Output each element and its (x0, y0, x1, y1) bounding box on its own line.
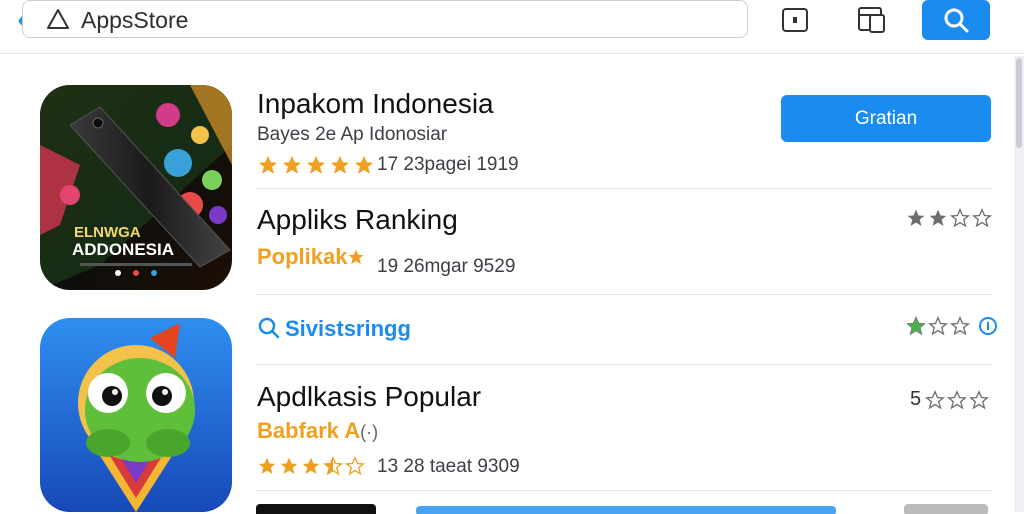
star-icon (302, 457, 320, 474)
star-icon (929, 209, 947, 226)
star-icon (323, 456, 343, 476)
popular-rating-stars (257, 456, 365, 476)
section-title-popular[interactable]: Apdlkasis Popular (257, 381, 481, 413)
square-dot-button[interactable] (780, 4, 810, 34)
app-icon-popular[interactable] (40, 318, 232, 512)
star-icon (950, 208, 970, 228)
star-icon (354, 155, 374, 174)
search-input[interactable]: AppsStore (22, 0, 748, 38)
info-icon[interactable] (978, 316, 998, 336)
section-tag-ranking: Poplikak (257, 244, 365, 270)
star-icon (330, 155, 350, 174)
icon-text-line1: ELNWGA (74, 224, 141, 241)
star-icon (950, 316, 970, 336)
rating-lead: 5 (910, 388, 922, 410)
star-icon (906, 316, 926, 336)
search-query: AppsStore (81, 7, 189, 33)
app-icon-inpakom[interactable]: ELNWGA ADDONESIA (40, 85, 232, 290)
star-icon (969, 389, 990, 409)
square-dot-icon (782, 8, 808, 32)
divider (256, 294, 992, 295)
search-button[interactable] (922, 0, 990, 40)
icon-text-line2: ADDONESIA (72, 240, 174, 259)
tag-text: Poplikak (257, 244, 348, 269)
divider (256, 490, 992, 491)
advertising-link[interactable]: Sivistsringg (257, 316, 411, 342)
star-icon (280, 457, 298, 474)
section-title-ranking[interactable]: Appliks Ranking (257, 204, 458, 236)
search-icon (258, 317, 280, 339)
app-rating-stars (257, 154, 375, 176)
app-title[interactable]: Inpakom Indonesia (257, 88, 494, 120)
section-rating-link (906, 316, 998, 336)
section-rating-popular: 5 (910, 388, 990, 411)
link-text: Sivistsringg (285, 316, 411, 341)
star-icon (947, 389, 968, 409)
star-icon (345, 456, 365, 476)
star-icon (928, 316, 948, 336)
app-meta: 17 23pagei 1919 (377, 154, 519, 175)
star-icon (306, 155, 326, 174)
star-icon (282, 155, 302, 174)
star-icon (258, 457, 276, 474)
star-icon (258, 155, 278, 174)
section-rating-ranking (906, 208, 992, 228)
app-store-icon (47, 9, 69, 29)
scrollbar-thumb[interactable] (1016, 58, 1022, 148)
star-icon (925, 389, 946, 409)
split-window-icon (858, 7, 885, 33)
top-bar: AppsStore (0, 0, 1024, 54)
section-meta-popular: 13 28 taeat 9309 (377, 456, 520, 477)
app-artwork: ELNWGA ADDONESIA (40, 85, 232, 290)
section-meta-ranking: 19 26mgar 9529 (377, 256, 516, 277)
star-icon (907, 209, 925, 226)
divider (256, 188, 992, 189)
tag-paren: (·) (360, 422, 379, 442)
app-artwork-mascot (40, 318, 232, 512)
star-icon (348, 249, 364, 265)
divider (256, 364, 992, 365)
star-icon (972, 208, 992, 228)
tag-text: Babfark A (257, 418, 361, 443)
split-window-button[interactable] (856, 4, 886, 34)
search-icon (944, 8, 969, 33)
get-button[interactable]: Gratian (781, 95, 991, 142)
app-subtitle: Bayes 2e Ap Idonosiar (257, 124, 448, 145)
section-tag-popular: Babfark A(·) (257, 418, 378, 444)
